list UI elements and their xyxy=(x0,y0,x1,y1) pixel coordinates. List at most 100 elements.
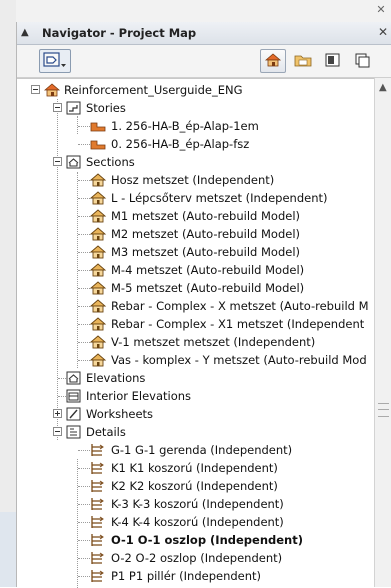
navigator-popup-button[interactable] xyxy=(39,49,71,73)
tree-folder-label: Interior Elevations xyxy=(86,389,192,403)
tree-item-label: P1 P1 pillér (Independent) xyxy=(111,569,262,583)
sections-folder-icon xyxy=(66,155,81,169)
tree-item-label: O-1 O-1 oszlop (Independent) xyxy=(111,533,303,547)
tree-folder-interior-elevations[interactable]: Interior Elevations xyxy=(17,387,374,405)
tree-item-label: M1 metszet (Auto-rebuild Model) xyxy=(111,209,300,223)
layout-book-button[interactable] xyxy=(320,49,346,73)
tree-folder-sections[interactable]: Sections xyxy=(17,153,374,171)
view-map-button[interactable] xyxy=(290,49,316,73)
tree-root[interactable]: Reinforcement_Userguide_ENG xyxy=(17,81,374,99)
detail-view-icon xyxy=(91,444,104,456)
section-view-icon xyxy=(89,353,107,367)
view-map-icon xyxy=(294,55,312,67)
project-house-icon xyxy=(43,83,61,97)
story-icon xyxy=(90,140,106,150)
section-view-icon xyxy=(89,335,107,349)
expand-toggle-icon[interactable] xyxy=(53,409,62,418)
scroll-grip-icon[interactable] xyxy=(378,403,389,417)
tree-item-detail[interactable]: K-4 K-4 koszorú (Independent) xyxy=(17,513,374,531)
tree-item-label: O-2 O-2 oszlop (Independent) xyxy=(111,551,283,565)
tree-item-section[interactable]: Rebar - Complex - X metszet (Auto-rebuil… xyxy=(17,297,374,315)
section-view-icon xyxy=(89,191,107,205)
publisher-sets-icon xyxy=(355,53,370,68)
detail-view-icon xyxy=(91,534,104,546)
tree-item-section[interactable]: M1 metszet (Auto-rebuild Model) xyxy=(17,207,374,225)
tree-folder-label: Elevations xyxy=(86,371,146,385)
tree-folder-label: Details xyxy=(86,425,126,439)
stories-folder-icon xyxy=(66,101,81,115)
tree-item-section[interactable]: M3 metszet (Auto-rebuild Model) xyxy=(17,243,374,261)
section-view-icon xyxy=(89,263,107,277)
navigator-palette: ▲ Navigator - Project Map ✕ Reinforcemen… xyxy=(16,22,391,588)
publisher-sets-button[interactable] xyxy=(350,49,376,73)
interior-elevations-folder-icon xyxy=(66,389,81,403)
tree-item-section[interactable]: Vas - komplex - Y metszet (Auto-rebuild … xyxy=(17,351,374,369)
tree-item-label: Rebar - Complex - X1 metszet (Independen… xyxy=(111,317,365,331)
tree-item-label: 0. 256-HA-B_ép-Alap-fsz xyxy=(111,137,250,151)
tree-item-label: Rebar - Complex - X metszet (Auto-rebuil… xyxy=(111,299,369,313)
tree-item-section[interactable]: Rebar - Complex - X1 metszet (Independen… xyxy=(17,315,374,333)
details-folder-icon xyxy=(66,425,81,439)
tree-item-section[interactable]: M-5 metszet (Auto-rebuild Model) xyxy=(17,279,374,297)
tree-item-detail[interactable]: O-1 O-1 oszlop (Independent) xyxy=(17,531,374,549)
tree-item-detail[interactable]: K1 K1 koszorú (Independent) xyxy=(17,459,374,477)
detail-view-icon xyxy=(91,570,104,582)
tree-folder-label: Sections xyxy=(86,155,135,169)
section-view-icon xyxy=(89,317,107,331)
collapse-chevron-icon[interactable]: ▲ xyxy=(21,27,29,38)
tree-item-label: M2 metszet (Auto-rebuild Model) xyxy=(111,227,300,241)
tree-item-story[interactable]: 1. 256-HA-B_ép-Alap-1em xyxy=(17,117,374,135)
tree-item-section[interactable]: V-1 metszet metszet (Independent) xyxy=(17,333,374,351)
vertical-scrollbar[interactable]: ▲ xyxy=(374,78,391,587)
detail-view-icon xyxy=(91,516,104,528)
tree-item-story[interactable]: 0. 256-HA-B_ép-Alap-fsz xyxy=(17,135,374,153)
tree-item-label: M-5 metszet (Auto-rebuild Model) xyxy=(111,281,305,295)
tree-item-label: Hosz metszet (Independent) xyxy=(111,173,275,187)
palette-title: Navigator - Project Map xyxy=(42,26,197,40)
collapse-toggle-icon[interactable] xyxy=(31,85,40,94)
tree-item-detail[interactable]: P1 P1 pillér (Independent) xyxy=(17,567,374,585)
tree-item-section[interactable]: M2 metszet (Auto-rebuild Model) xyxy=(17,225,374,243)
tree-item-label: K-4 K-4 koszorú (Independent) xyxy=(111,515,284,529)
project-map-button[interactable] xyxy=(260,49,286,73)
tree-root-label: Reinforcement_Userguide_ENG xyxy=(64,83,243,97)
detail-view-icon xyxy=(91,480,104,492)
window-top-strip: ✕ xyxy=(16,0,391,23)
tree-folder-label: Worksheets xyxy=(86,407,154,421)
tree-item-label: 1. 256-HA-B_ép-Alap-1em xyxy=(111,119,259,133)
tree-item-label: V-1 metszet metszet (Independent) xyxy=(111,335,316,349)
detail-view-icon xyxy=(91,498,104,510)
tree-folder-stories[interactable]: Stories xyxy=(17,99,374,117)
palette-titlebar[interactable]: ▲ Navigator - Project Map ✕ xyxy=(17,22,391,45)
section-view-icon xyxy=(89,227,107,241)
tree-item-section[interactable]: M-4 metszet (Auto-rebuild Model) xyxy=(17,261,374,279)
close-icon[interactable]: ✕ xyxy=(375,4,387,16)
navigator-popup-icon xyxy=(43,52,66,67)
tree-folder-label: Stories xyxy=(86,101,126,115)
collapse-toggle-icon[interactable] xyxy=(53,103,62,112)
tree-item-section[interactable]: Hosz metszet (Independent) xyxy=(17,171,374,189)
tree-folder-details[interactable]: Details xyxy=(17,423,374,441)
tree-item-detail[interactable]: K-3 K-3 koszorú (Independent) xyxy=(17,495,374,513)
collapse-toggle-icon[interactable] xyxy=(53,157,62,166)
close-palette-icon[interactable]: ✕ xyxy=(378,25,388,39)
tree-item-label: M-4 metszet (Auto-rebuild Model) xyxy=(111,263,305,277)
tree-item-section[interactable]: L - Lépcsőterv metszet (Independent) xyxy=(17,189,374,207)
tree-item-label: Vas - komplex - Y metszet (Auto-rebuild … xyxy=(111,353,367,367)
tree-item-detail[interactable]: G-1 G-1 gerenda (Independent) xyxy=(17,441,374,459)
tree-item-label: L - Lépcsőterv metszet (Independent) xyxy=(111,191,328,205)
tree-item-label: K-3 K-3 koszorú (Independent) xyxy=(111,497,284,511)
scroll-up-icon[interactable]: ▲ xyxy=(379,82,387,93)
tree-item-detail[interactable]: O-2 O-2 oszlop (Independent) xyxy=(17,549,374,567)
tree-folder-elevations[interactable]: Elevations xyxy=(17,369,374,387)
section-view-icon xyxy=(89,281,107,295)
collapse-toggle-icon[interactable] xyxy=(53,427,62,436)
section-view-icon xyxy=(89,209,107,223)
tree-folder-worksheets[interactable]: Worksheets xyxy=(17,405,374,423)
tree-item-detail[interactable]: K2 K2 koszorú (Independent) xyxy=(17,477,374,495)
section-view-icon xyxy=(89,173,107,187)
left-panel-lower xyxy=(0,512,16,587)
elevations-folder-icon xyxy=(66,371,81,385)
detail-view-icon xyxy=(91,462,104,474)
tree-item-label: K2 K2 koszorú (Independent) xyxy=(111,479,278,493)
